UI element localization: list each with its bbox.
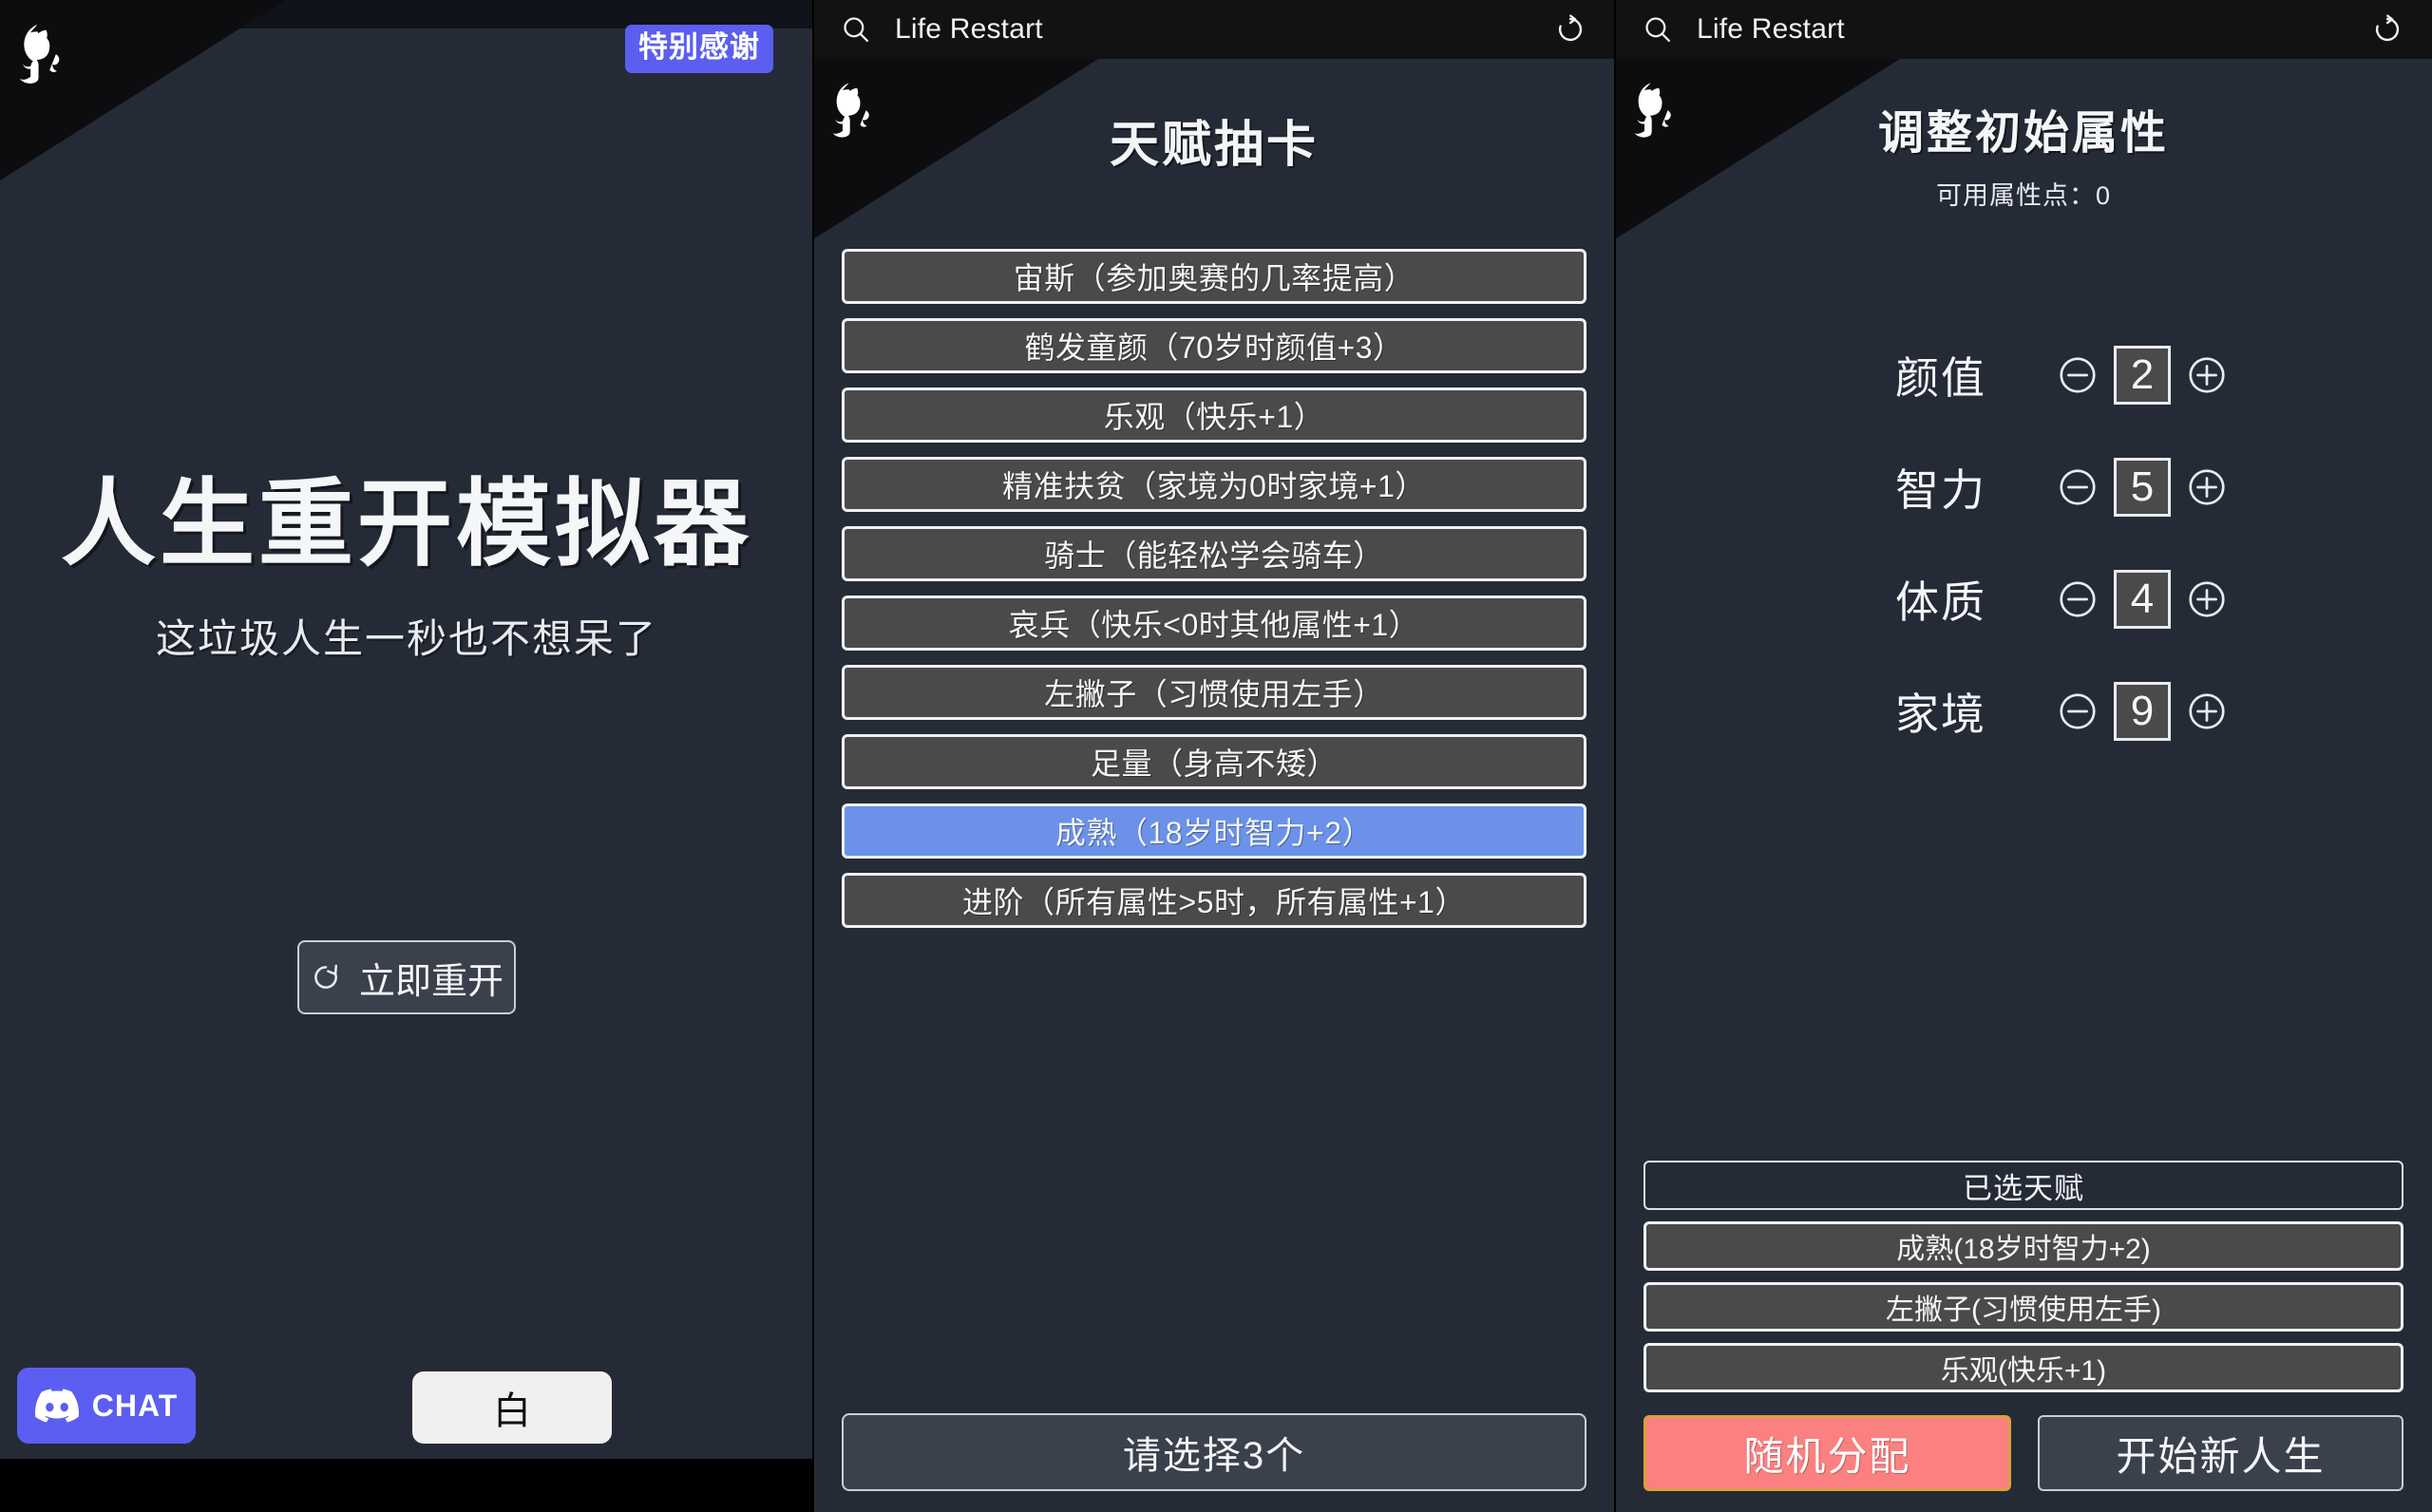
talent-card[interactable]: 成熟（18岁时智力+2） — [842, 803, 1586, 859]
attribute-row: 家境 9 — [1615, 680, 2432, 743]
minus-circle-icon[interactable] — [2051, 690, 2104, 733]
attribute-stepper-list: 颜值 2 智力 5 体质 4 家境 9 — [1615, 344, 2432, 743]
discord-chat-button[interactable]: CHAT — [17, 1368, 196, 1444]
plus-circle-icon[interactable] — [2180, 577, 2233, 621]
minus-circle-icon[interactable] — [2051, 353, 2104, 397]
left-panel-home: 特别感谢 人生重开模拟器 这垃圾人生一秒也不想呆了 立即重开 CHAT 白 — [0, 0, 813, 1512]
available-points-label: 可用属性点：0 — [1935, 181, 2112, 210]
chosen-talent-item[interactable]: 成熟(18岁时智力+2) — [1644, 1221, 2404, 1271]
talent-card[interactable]: 骑士（能轻松学会骑车） — [842, 526, 1586, 581]
talent-card[interactable]: 精准扶贫（家境为0时家境+1） — [842, 457, 1586, 512]
random-allocate-button[interactable]: 随机分配 — [1644, 1415, 2011, 1491]
talent-card[interactable]: 进阶（所有属性>5时，所有属性+1） — [842, 873, 1586, 928]
attribute-value[interactable]: 9 — [2114, 682, 2171, 741]
white-theme-button[interactable]: 白 — [412, 1371, 612, 1444]
attribute-value[interactable]: 4 — [2114, 570, 2171, 629]
right-page-head: 调整初始属性 可用属性点：0 — [1615, 59, 2432, 212]
start-new-life-button[interactable]: 开始新人生 — [2038, 1415, 2404, 1491]
talent-card-list: 宙斯（参加奥赛的几率提高） 鹤发童颜（70岁时颜值+3） 乐观（快乐+1） 精准扶贫（… — [842, 249, 1586, 928]
plus-circle-icon[interactable] — [2180, 353, 2233, 397]
right-bottom-buttons: 随机分配 开始新人生 — [1644, 1415, 2404, 1491]
discord-button-label: CHAT — [91, 1388, 179, 1423]
minus-circle-icon[interactable] — [2051, 577, 2104, 621]
attribute-label: 家境 — [1895, 690, 1986, 739]
select-count-button[interactable]: 请选择3个 — [842, 1413, 1586, 1491]
discord-icon — [34, 1389, 79, 1423]
middle-panel-talent-draw: Life Restart 天赋抽卡 宙斯（参加奥赛的几率提高） 鹤发童颜（70岁时… — [813, 0, 1615, 1512]
attribute-value[interactable]: 2 — [2114, 346, 2171, 405]
chosen-talent-item[interactable]: 乐观(快乐+1) — [1644, 1343, 2404, 1392]
talent-card[interactable]: 乐观（快乐+1） — [842, 387, 1586, 443]
attribute-label: 智力 — [1895, 465, 1986, 515]
chosen-talent-list: 已选天赋成熟(18岁时智力+2) 左撇子(习惯使用左手) 乐观(快乐+1) — [1644, 1161, 2404, 1392]
browser-bar-middle: Life Restart — [813, 0, 1615, 59]
minus-circle-icon[interactable] — [2051, 465, 2104, 509]
panel-divider-2 — [1614, 0, 1616, 1512]
attribute-row: 智力 5 — [1615, 456, 2432, 519]
attribute-row: 体质 4 — [1615, 568, 2432, 631]
special-thanks-badge[interactable]: 特别感谢 — [625, 25, 773, 73]
restart-now-button[interactable]: 立即重开 — [297, 940, 516, 1014]
github-octocat-icon — [19, 24, 60, 84]
search-icon[interactable] — [1642, 13, 1674, 46]
chosen-talent-item[interactable]: 左撇子(习惯使用左手) — [1644, 1282, 2404, 1332]
plus-circle-icon[interactable] — [2180, 465, 2233, 509]
refresh-circle-icon — [314, 964, 338, 989]
chosen-talents-header: 已选天赋 — [1644, 1161, 2404, 1210]
search-icon[interactable] — [840, 13, 872, 46]
hero-subtitle: 这垃圾人生一秒也不想呆了 — [155, 616, 657, 661]
attribute-value[interactable]: 5 — [2114, 458, 2171, 517]
talent-card[interactable]: 宙斯（参加奥赛的几率提高） — [842, 249, 1586, 304]
attribute-label: 颜值 — [1895, 353, 1986, 403]
browser-bar-right: Life Restart — [1615, 0, 2432, 59]
page-title: 人生重开模拟器 — [61, 471, 752, 577]
talent-card[interactable]: 足量（身高不矮） — [842, 734, 1586, 789]
reload-icon[interactable] — [2371, 13, 2404, 46]
panel-divider-1 — [812, 0, 814, 1512]
talent-card[interactable]: 左撇子（习惯使用左手） — [842, 665, 1586, 720]
attribute-row: 颜值 2 — [1615, 344, 2432, 406]
three-panel-screen: 特别感谢 人生重开模拟器 这垃圾人生一秒也不想呆了 立即重开 CHAT 白 Li… — [0, 0, 2432, 1512]
plus-circle-icon[interactable] — [2180, 690, 2233, 733]
middle-page-head: 天赋抽卡 — [813, 59, 1615, 176]
attribute-label: 体质 — [1895, 577, 1986, 627]
browser-title-middle: Life Restart — [895, 13, 1043, 45]
talent-card[interactable]: 鹤发童颜（70岁时颜值+3） — [842, 318, 1586, 373]
hero-block: 人生重开模拟器 这垃圾人生一秒也不想呆了 — [0, 446, 813, 665]
restart-button-label: 立即重开 — [358, 961, 504, 1002]
page-title-attributes: 调整初始属性 — [1877, 108, 2169, 159]
right-panel-attributes: Life Restart 调整初始属性 可用属性点：0 颜值 2 智力 5 体质 4 家境 9… — [1615, 0, 2432, 1512]
talent-card[interactable]: 哀兵（快乐<0时其他属性+1） — [842, 595, 1586, 651]
reload-icon[interactable] — [1554, 13, 1586, 46]
page-title-talent: 天赋抽卡 — [1109, 118, 1319, 173]
browser-title-right: Life Restart — [1697, 13, 1845, 45]
left-black-footer — [0, 1459, 813, 1512]
